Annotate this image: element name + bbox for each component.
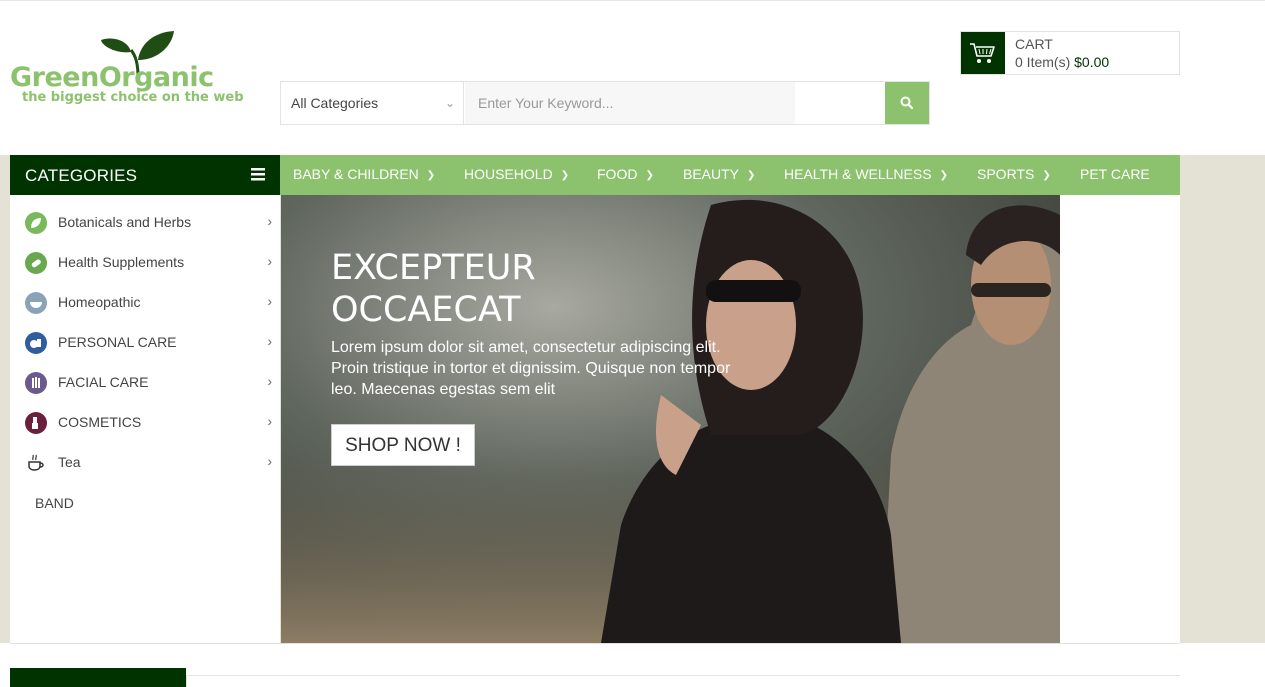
nav-item-sports[interactable]: SPORTS ❯ [977,155,1051,195]
chevron-down-icon: ⌄ [444,96,455,110]
cart-item-count: 0 Item(s) [1015,54,1071,70]
nav-item-health-wellness[interactable]: HEALTH & WELLNESS ❯ [784,155,948,195]
top-divider [0,0,1265,1]
banner-title: EXCEPTEUR OCCAECAT [331,247,651,331]
banner-side-panel [1060,195,1180,643]
chevron-down-icon: ❯ [1042,170,1051,181]
sidebar-item-label: Homeopathic [58,294,141,310]
chevron-down-icon: ❯ [426,170,436,181]
sidebar-item-facial-care[interactable]: FACIAL CARE › [10,363,280,403]
chevron-right-icon: › [267,373,272,389]
nav-item-label: HEALTH & WELLNESS [784,166,932,182]
categories-header[interactable]: CATEGORIES [10,155,280,195]
search-bar: All Categories ⌄ [280,81,930,125]
search-input[interactable] [465,82,795,124]
site-logo[interactable]: GreenOrganic the biggest choice on the w… [10,30,282,110]
main-nav: BABY & CHILDREN ❯ HOUSEHOLD ❯ FOOD ❯ BEAUTY… [280,155,1180,195]
facial-care-icon [25,372,47,394]
nav-item-label: PET CARE [1080,166,1150,182]
mortar-icon [25,292,47,314]
sidebar-item-cosmetics[interactable]: COSMETICS › [10,403,280,443]
category-select-value: All Categories [291,95,379,111]
chevron-down-icon: ❯ [560,170,570,181]
sidebar-item-label: Tea [58,454,81,470]
chevron-right-icon: › [267,413,272,429]
cart-icon-box [961,32,1005,74]
chevron-right-icon: › [267,453,272,469]
supplement-icon [25,252,47,274]
category-sidebar: Botanicals and Herbs › Health Supplement… [10,195,280,643]
sidebar-item-homeopathic[interactable]: Homeopathic › [10,283,280,323]
chevron-down-icon: ❯ [939,170,948,181]
nav-item-baby-children[interactable]: BABY & CHILDREN ❯ [293,155,435,195]
cart-title: CART [1015,36,1053,52]
sidebar-item-tea[interactable]: Tea › [10,443,280,483]
chevron-right-icon: › [267,253,272,269]
logo-wordmark: GreenOrganic [10,62,214,93]
nav-item-label: SPORTS [977,166,1035,182]
section-tab[interactable] [10,668,186,687]
cart-icon [970,43,995,63]
search-icon [900,96,914,110]
nav-item-pet-care[interactable]: PET CARE [1080,155,1150,195]
sidebar-item-label: FACIAL CARE [58,374,149,390]
banner-title-line1: EXCEPTEUR [331,248,536,288]
nav-item-beauty[interactable]: BEAUTY ❯ [683,155,755,195]
nav-item-household[interactable]: HOUSEHOLD ❯ [464,155,569,195]
nav-item-label: FOOD [597,166,638,182]
sidebar-item-label: Health Supplements [58,254,185,270]
section-divider [10,643,1180,644]
nav-item-label: BEAUTY [683,166,740,182]
nav-item-label: HOUSEHOLD [464,166,553,182]
cart-total: $0.00 [1074,54,1110,70]
banner-description: Lorem ipsum dolor sit amet, consectetur … [331,339,731,398]
sidebar-item-botanicals[interactable]: Botanicals and Herbs › [10,203,280,243]
sidebar-item-health-supplements[interactable]: Health Supplements › [10,243,280,283]
sidebar-item-personal-care[interactable]: PERSONAL CARE › [10,323,280,363]
chevron-right-icon: › [267,293,272,309]
logo-tagline: the biggest choice on the web [22,90,244,105]
personal-care-icon [25,332,47,354]
shop-now-button[interactable]: SHOP NOW ! [331,424,475,466]
leaf-icon [25,212,47,234]
cart-widget[interactable]: CART 0 Item(s) $0.00 [960,31,1180,75]
sidebar-item-label: COSMETICS [58,414,142,430]
nav-item-label: BABY & CHILDREN [293,166,419,182]
hero-banner[interactable]: EXCEPTEUR OCCAECAT Lorem ipsum dolor sit… [281,195,1060,643]
banner-title-line2: OCCAECAT [331,290,521,330]
search-button[interactable] [885,82,929,124]
cart-summary: 0 Item(s) $0.00 [1015,54,1109,70]
chevron-right-icon: › [267,213,272,229]
cosmetics-icon [25,412,47,434]
nav-item-food[interactable]: FOOD ❯ [597,155,654,195]
category-select[interactable]: All Categories ⌄ [281,82,464,124]
categories-title: CATEGORIES [25,166,138,185]
sidebar-item-label: PERSONAL CARE [58,334,177,350]
chevron-right-icon: › [267,333,272,349]
hamburger-icon[interactable] [251,168,265,181]
section-bar [186,675,1180,687]
chevron-down-icon: ❯ [645,170,654,181]
tea-icon [25,452,47,474]
sidebar-item-label: Botanicals and Herbs [58,214,192,230]
sidebar-item-band[interactable]: BAND [35,495,74,511]
chevron-down-icon: ❯ [747,170,756,181]
